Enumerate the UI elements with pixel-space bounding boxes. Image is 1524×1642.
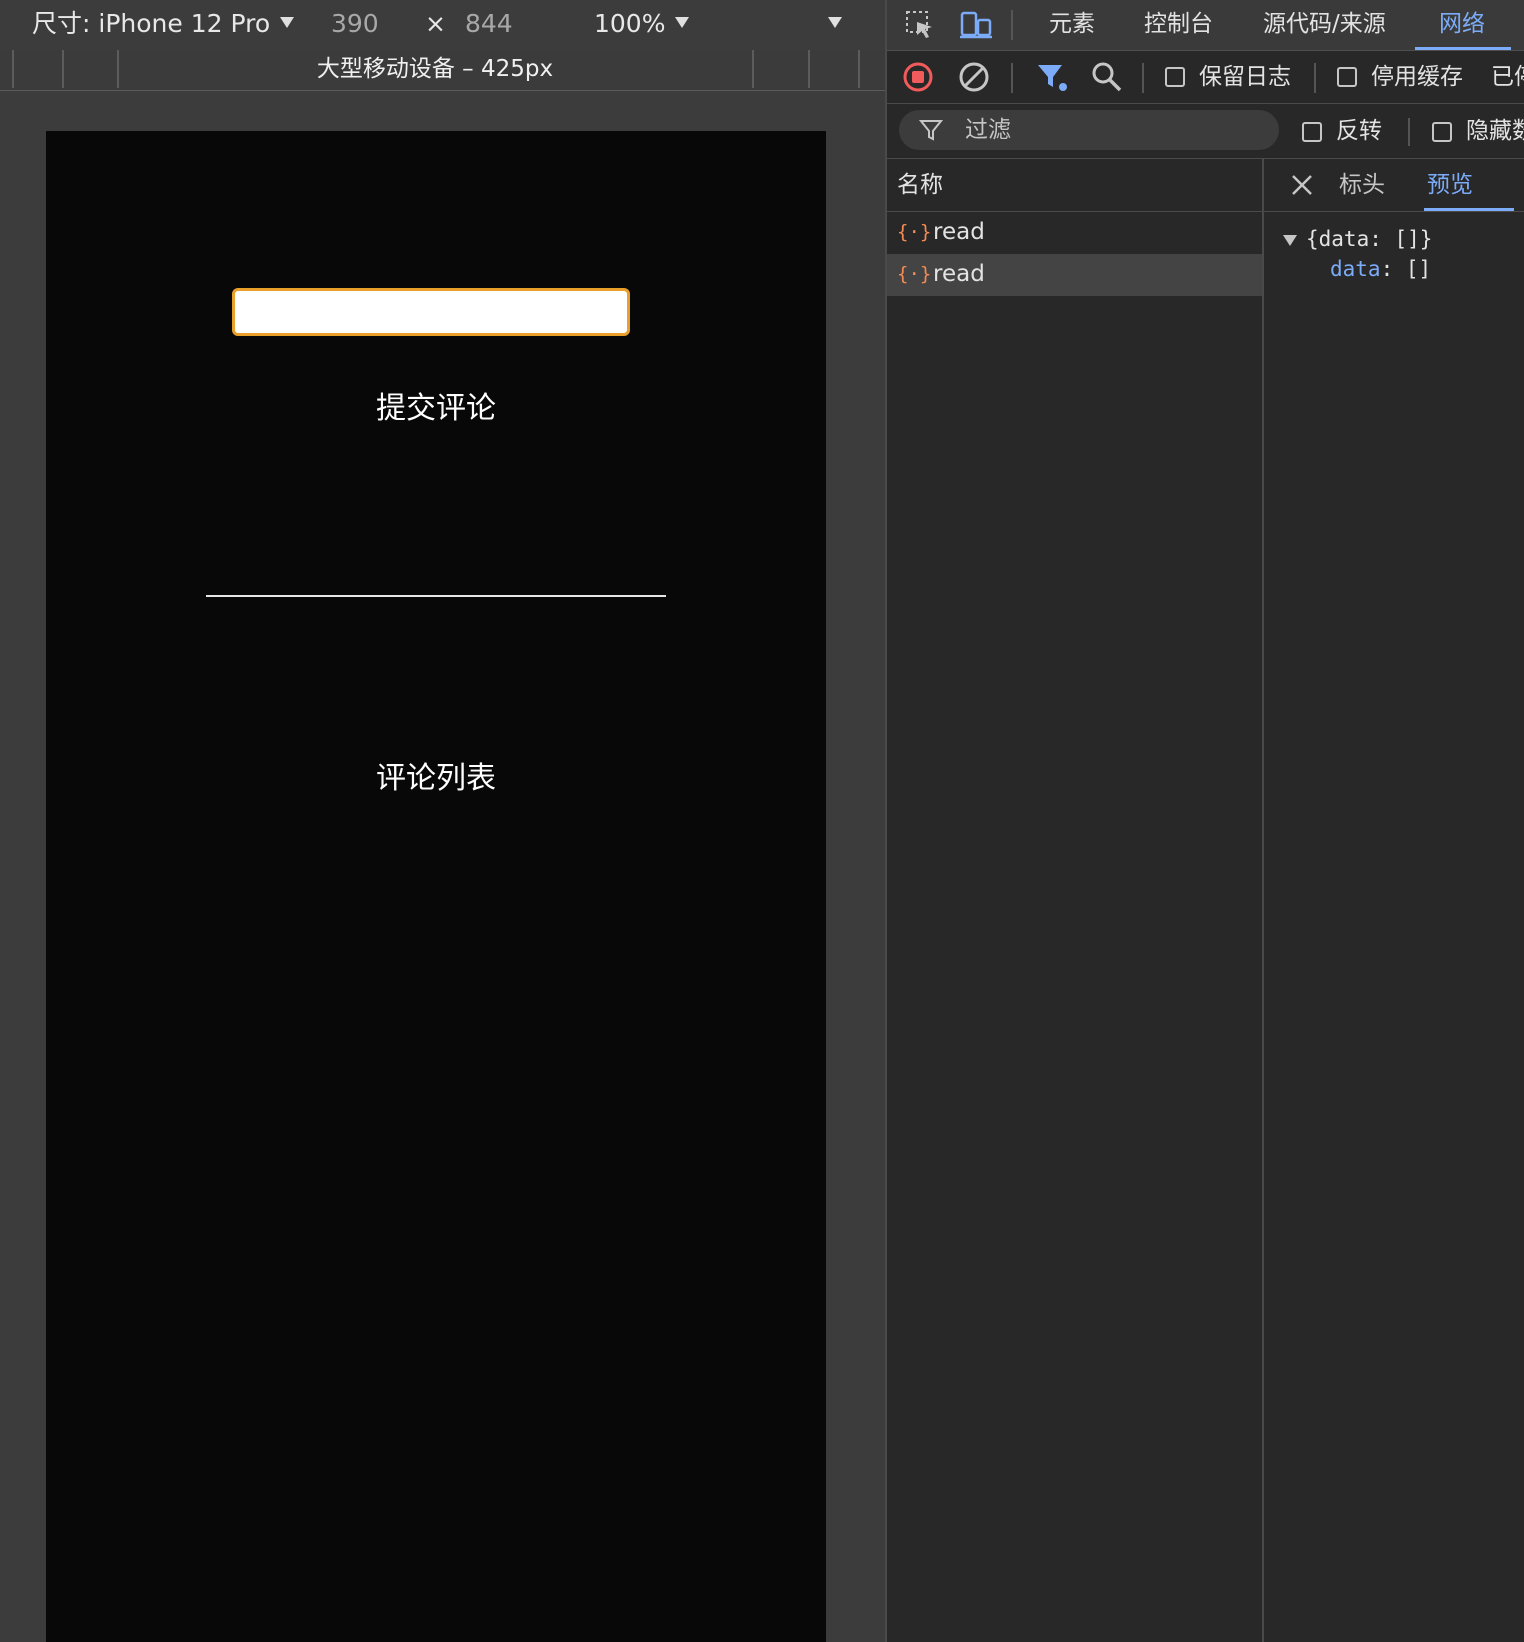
phone-viewport: 提交评论 评论列表 bbox=[46, 131, 826, 1642]
filter-row: 过滤 反转 隐藏数 bbox=[887, 104, 1524, 159]
comment-list-title: 评论列表 bbox=[376, 761, 496, 796]
devtools-tab-bar: 元素 控制台 源代码/来源 网络 bbox=[887, 0, 1524, 51]
json-key: data bbox=[1330, 257, 1381, 281]
device-toolbar: 尺寸: iPhone 12 Pro 390 × 844 100% bbox=[0, 0, 885, 51]
device-toggle-icon[interactable] bbox=[959, 10, 993, 40]
expand-triangle-icon[interactable] bbox=[1282, 233, 1298, 247]
filter-icon[interactable] bbox=[1035, 60, 1069, 94]
filter-input[interactable]: 过滤 bbox=[899, 110, 1279, 150]
throttling-select[interactable]: 已停 bbox=[1491, 62, 1524, 92]
json-root-line: {data: []} bbox=[1306, 227, 1433, 251]
active-tab-indicator bbox=[1424, 208, 1514, 211]
tab-headers[interactable]: 标头 bbox=[1339, 169, 1385, 201]
hide-data-urls-label: 隐藏数 bbox=[1466, 118, 1524, 144]
device-select-label: 尺寸: iPhone 12 Pro bbox=[32, 9, 271, 38]
json-icon: {·} bbox=[897, 221, 932, 243]
record-stop-icon[interactable] bbox=[901, 60, 935, 94]
more-options-button[interactable] bbox=[828, 9, 842, 39]
name-column-label: 名称 bbox=[897, 172, 943, 198]
request-row[interactable]: {·} read bbox=[887, 254, 1262, 296]
inspect-element-icon[interactable] bbox=[905, 10, 935, 40]
invert-checkbox[interactable] bbox=[1302, 122, 1322, 142]
request-name: read bbox=[933, 219, 985, 245]
active-tab-indicator bbox=[1415, 47, 1511, 50]
devtools-panel: 元素 控制台 源代码/来源 网络 保留日志 停用缓存 已停 bbox=[885, 0, 1524, 1642]
tab-console[interactable]: 控制台 bbox=[1144, 8, 1213, 40]
times-icon: × bbox=[425, 9, 446, 38]
chevron-down-icon bbox=[828, 17, 842, 28]
tab-network[interactable]: 网络 bbox=[1439, 8, 1485, 40]
zoom-value: 100% bbox=[594, 9, 666, 38]
filter-funnel-icon bbox=[919, 120, 943, 141]
search-icon[interactable] bbox=[1090, 60, 1124, 94]
preserve-log-label: 保留日志 bbox=[1199, 64, 1291, 90]
tab-sources[interactable]: 源代码/来源 bbox=[1263, 8, 1386, 40]
separator bbox=[1011, 10, 1013, 40]
request-detail-pane: 标头 预览 {data: []} data: [] bbox=[1264, 159, 1524, 1642]
name-column-header[interactable]: 名称 bbox=[887, 159, 1262, 212]
divider bbox=[206, 595, 666, 597]
media-query-bar[interactable]: 大型移动设备 – 425px bbox=[0, 50, 885, 91]
json-icon: {·} bbox=[897, 263, 932, 285]
json-separator: : bbox=[1380, 257, 1406, 281]
filter-placeholder: 过滤 bbox=[965, 117, 1011, 143]
height-input[interactable]: 844 bbox=[465, 9, 513, 39]
close-icon[interactable] bbox=[1290, 173, 1314, 197]
json-value: [] bbox=[1405, 257, 1432, 281]
disable-cache-checkbox[interactable] bbox=[1337, 67, 1357, 87]
request-name: read bbox=[933, 261, 985, 287]
media-query-label: 大型移动设备 – 425px bbox=[316, 56, 554, 82]
separator bbox=[1142, 63, 1144, 93]
separator bbox=[1011, 63, 1013, 93]
device-emulation-pane: 尺寸: iPhone 12 Pro 390 × 844 100% 大型移动设备 … bbox=[0, 0, 885, 1642]
submit-comment-button[interactable]: 提交评论 bbox=[46, 389, 826, 429]
separator bbox=[1408, 118, 1410, 146]
width-input[interactable]: 390 bbox=[331, 9, 379, 39]
zoom-select[interactable]: 100% bbox=[594, 9, 690, 39]
hide-data-urls-checkbox[interactable] bbox=[1432, 122, 1452, 142]
chevron-down-icon bbox=[675, 17, 690, 28]
detail-tab-bar: 标头 预览 bbox=[1264, 159, 1524, 212]
tab-elements[interactable]: 元素 bbox=[1049, 8, 1095, 40]
tab-preview[interactable]: 预览 bbox=[1427, 169, 1473, 201]
clear-icon[interactable] bbox=[957, 60, 991, 94]
network-toolbar: 保留日志 停用缓存 已停 bbox=[887, 51, 1524, 104]
device-select[interactable]: 尺寸: iPhone 12 Pro bbox=[32, 9, 295, 39]
json-property-line: data: [] bbox=[1330, 255, 1431, 283]
comment-input[interactable] bbox=[232, 288, 630, 336]
separator bbox=[1314, 63, 1316, 93]
preserve-log-checkbox[interactable] bbox=[1165, 67, 1185, 87]
request-row[interactable]: {·} read bbox=[887, 212, 1262, 254]
chevron-down-icon bbox=[280, 17, 295, 28]
request-list: 名称 {·} read {·} read bbox=[887, 159, 1264, 1642]
disable-cache-label: 停用缓存 bbox=[1371, 64, 1463, 90]
invert-label: 反转 bbox=[1336, 118, 1382, 144]
